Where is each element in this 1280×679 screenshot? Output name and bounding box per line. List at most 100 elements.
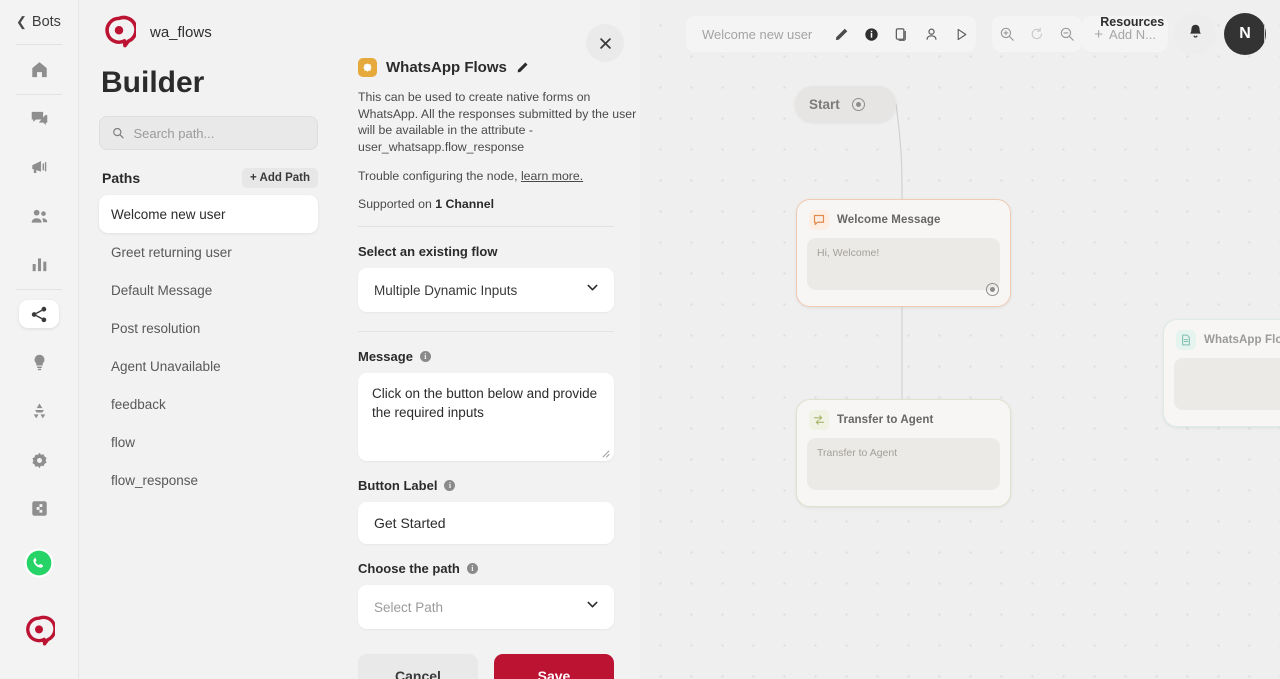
path-list-item[interactable]: Agent Unavailable: [99, 347, 318, 385]
node-output-port[interactable]: [986, 283, 999, 296]
message-label-text: Message: [358, 349, 413, 364]
path-list-item[interactable]: Greet returning user: [99, 233, 318, 271]
sidebar-item-insights[interactable]: [19, 348, 59, 377]
info-icon[interactable]: i: [466, 563, 478, 574]
path-list-item[interactable]: flow: [99, 423, 318, 461]
config-actions: Cancel Save: [358, 654, 614, 679]
canvas-node-transfer-to-agent[interactable]: Transfer to Agent Transfer to Agent: [796, 399, 1011, 507]
button-label-field[interactable]: [358, 502, 614, 544]
add-path-button[interactable]: + Add Path: [242, 168, 318, 188]
paths-panel: wa_flows Builder Paths + Add Path Welcom…: [79, 0, 338, 679]
reset-icon[interactable]: [1022, 17, 1052, 51]
section-divider: [358, 331, 614, 332]
whatsapp-flows-icon: [358, 58, 377, 77]
gear-icon: [31, 452, 47, 468]
puzzle-icon: [31, 501, 47, 516]
save-button[interactable]: Save: [494, 654, 614, 679]
zoom-in-icon[interactable]: [992, 17, 1022, 51]
node-title: WhatsApp Flow: [1204, 334, 1280, 346]
person-icon[interactable]: [916, 17, 946, 51]
info-icon[interactable]: [856, 17, 886, 51]
home-icon: [31, 62, 47, 78]
button-label-input[interactable]: [374, 515, 598, 531]
start-node-output-port[interactable]: [851, 97, 865, 111]
info-icon[interactable]: i: [444, 480, 456, 491]
resize-grip-icon[interactable]: [600, 448, 610, 458]
section-divider: [358, 226, 614, 227]
rail-bottom-group: [19, 533, 59, 679]
flow-select-label-text: Select an existing flow: [358, 244, 498, 259]
canvas-node-whatsapp-flow[interactable]: WhatsApp Flow: [1163, 319, 1280, 427]
node-title: Transfer to Agent: [837, 414, 934, 426]
path-list-item[interactable]: Welcome new user: [99, 195, 318, 233]
brand-logo-button[interactable]: [19, 611, 59, 651]
close-icon: [599, 37, 611, 49]
learn-more-link[interactable]: learn more.: [521, 169, 583, 183]
sidebar-item-analytics[interactable]: [19, 250, 59, 279]
sidebar-item-campaigns[interactable]: [19, 153, 59, 182]
message-textarea-wrap[interactable]: [358, 373, 614, 461]
rail-divider: [16, 289, 62, 290]
bot-brand: wa_flows: [99, 0, 318, 64]
sidebar-item-builder[interactable]: [19, 299, 59, 329]
app-root: Start Welcome Message Hi, Welcome! Trans…: [0, 0, 1280, 679]
zoom-out-icon[interactable]: [1052, 17, 1082, 51]
message-input[interactable]: [372, 384, 600, 450]
app-nav-rail: ❮ Bots: [0, 0, 79, 679]
flow-actions-group: Welcome new user: [685, 16, 977, 52]
path-list-item[interactable]: feedback: [99, 385, 318, 423]
back-label: Bots: [31, 14, 61, 31]
copy-icon[interactable]: [886, 17, 916, 51]
config-description: This can be used to create native forms …: [358, 90, 637, 154]
add-node-button[interactable]: + Add N... Resources: [1082, 15, 1266, 52]
sidebar-item-settings[interactable]: [19, 446, 59, 475]
sidebar-item-home[interactable]: [19, 55, 59, 84]
trouble-text: Trouble configuring the node, learn more…: [358, 169, 614, 183]
info-icon[interactable]: i: [419, 351, 431, 362]
message-label: Message i: [358, 349, 614, 364]
search-path-field[interactable]: [99, 116, 318, 150]
canvas-node-welcome-message[interactable]: Welcome Message Hi, Welcome!: [796, 199, 1011, 307]
resources-tooltip: Resources: [1100, 15, 1165, 29]
pencil-icon[interactable]: [826, 17, 856, 51]
path-list-item[interactable]: Post resolution: [99, 309, 318, 347]
bar-chart-icon: [32, 258, 46, 272]
notifications-button[interactable]: [1174, 13, 1216, 55]
page-title: Builder: [101, 66, 205, 99]
tooltip-divider: [1264, 24, 1266, 42]
flow-canvas[interactable]: Start Welcome Message Hi, Welcome! Trans…: [640, 0, 1280, 679]
node-header: Welcome Message: [797, 200, 1010, 236]
users-icon: [31, 209, 47, 223]
bot-name: wa_flows: [150, 23, 212, 41]
sidebar-item-conversations[interactable]: [19, 104, 59, 133]
supported-prefix: Supported on: [358, 197, 436, 211]
search-input[interactable]: [133, 125, 305, 141]
config-title: WhatsApp Flows: [386, 59, 507, 76]
canvas-node-start[interactable]: Start: [795, 86, 896, 122]
paths-label: Paths: [102, 170, 141, 186]
path-list-item[interactable]: flow_response: [99, 461, 318, 499]
cancel-button[interactable]: Cancel: [358, 654, 478, 679]
sidebar-item-contacts[interactable]: [19, 202, 59, 231]
whatsapp-channel-button[interactable]: [19, 543, 59, 583]
user-avatar[interactable]: N: [1224, 13, 1266, 55]
path-list-item[interactable]: Default Message: [99, 271, 318, 309]
path-select[interactable]: Select Path: [358, 585, 614, 629]
play-icon[interactable]: [946, 17, 976, 51]
search-icon: [113, 127, 124, 139]
sidebar-item-funnel[interactable]: [19, 397, 59, 426]
close-panel-button[interactable]: [586, 24, 624, 62]
pencil-icon[interactable]: [516, 61, 529, 74]
back-to-bots-button[interactable]: ❮ Bots: [0, 0, 78, 44]
flow-select[interactable]: Multiple Dynamic Inputs: [358, 268, 614, 312]
config-title-row: WhatsApp Flows: [358, 0, 614, 77]
brand-logo-icon: [26, 615, 55, 646]
node-header: Transfer to Agent: [797, 400, 1010, 436]
flow-share-icon: [31, 306, 46, 322]
sidebar-item-integrations[interactable]: [19, 494, 59, 523]
path-list: Welcome new user Greet returning user De…: [99, 195, 318, 499]
supported-channels: Supported on 1 Channel: [358, 197, 614, 211]
funnel-icon: [33, 403, 45, 419]
node-body: [1174, 358, 1280, 410]
start-node-label: Start: [809, 96, 840, 112]
